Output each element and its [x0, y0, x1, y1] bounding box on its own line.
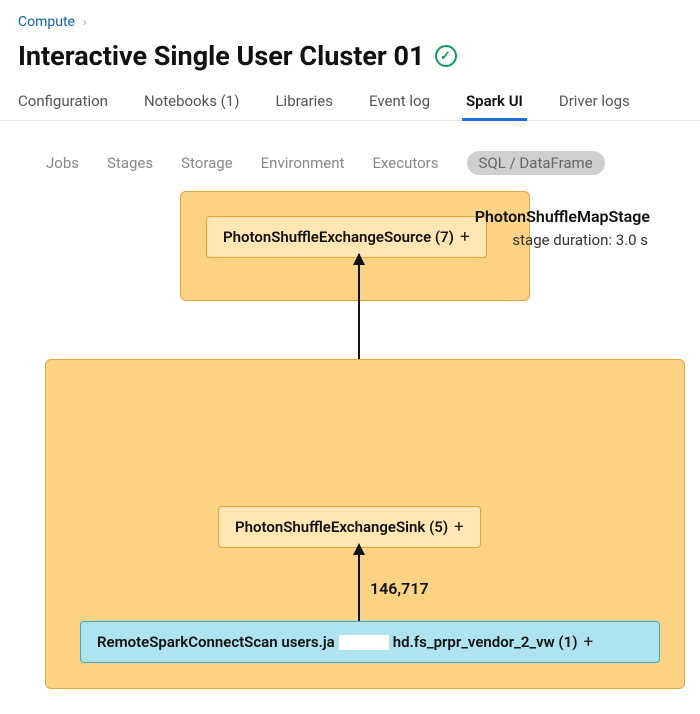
plus-icon[interactable]: +	[460, 227, 470, 247]
tab-notebooks[interactable]: Notebooks (1)	[140, 84, 244, 120]
primary-tabs: Configuration Notebooks (1) Libraries Ev…	[0, 84, 700, 121]
op-label-prefix: RemoteSparkConnectScan users.ja	[97, 633, 335, 651]
redacted-text	[339, 635, 389, 650]
check-icon: ✓	[440, 49, 451, 64]
dag-canvas: PhotonShuffleExchangeSource (7) + 200 Ph…	[10, 191, 690, 701]
arrow-up-icon	[353, 543, 365, 555]
arrow-up-icon	[353, 253, 365, 265]
annotation-divider	[45, 550, 685, 558]
subtab-jobs[interactable]: Jobs	[46, 154, 79, 172]
op-label-suffix: hd.fs_prpr_vendor_2_vw (1)	[393, 633, 578, 651]
page-title: Interactive Single User Cluster 01 ✓	[0, 36, 700, 84]
plus-icon[interactable]: +	[583, 632, 593, 652]
tab-driverlogs[interactable]: Driver logs	[555, 84, 634, 120]
dag-op-shuffle-source[interactable]: PhotonShuffleExchangeSource (7) +	[206, 216, 487, 258]
subtab-sql[interactable]: SQL / DataFrame	[467, 151, 605, 175]
status-running-icon: ✓	[435, 45, 457, 67]
plus-icon[interactable]: +	[454, 517, 464, 537]
tab-eventlog[interactable]: Event log	[365, 84, 434, 120]
subtab-executors[interactable]: Executors	[372, 154, 438, 172]
subtab-environment[interactable]: Environment	[261, 154, 345, 172]
op-label: PhotonShuffleExchangeSource (7)	[223, 228, 454, 246]
dag-edge-inner	[358, 545, 360, 621]
dag-edge-label-inner: 146,717	[370, 579, 429, 598]
tab-sparkui[interactable]: Spark UI	[462, 84, 527, 120]
cluster-title: Interactive Single User Cluster 01	[18, 40, 425, 72]
chevron-right-icon: ›	[83, 15, 87, 29]
tab-configuration[interactable]: Configuration	[14, 84, 112, 120]
subtab-storage[interactable]: Storage	[181, 154, 233, 172]
dag-op-remote-scan[interactable]: RemoteSparkConnectScan users.ja hd.fs_prp…	[80, 621, 660, 663]
stage-title: PhotonShuffleMapStage	[475, 207, 650, 226]
op-label: PhotonShuffleExchangeSink (5)	[235, 518, 448, 536]
subtab-stages[interactable]: Stages	[107, 154, 153, 172]
dag-op-shuffle-sink[interactable]: PhotonShuffleExchangeSink (5) +	[218, 506, 481, 548]
breadcrumb: Compute ›	[0, 0, 700, 36]
spark-subtabs: Jobs Stages Storage Environment Executor…	[0, 121, 700, 191]
stage-duration: stage duration: 3.0 s	[512, 231, 648, 249]
breadcrumb-root[interactable]: Compute	[18, 14, 75, 30]
tab-libraries[interactable]: Libraries	[271, 84, 337, 120]
